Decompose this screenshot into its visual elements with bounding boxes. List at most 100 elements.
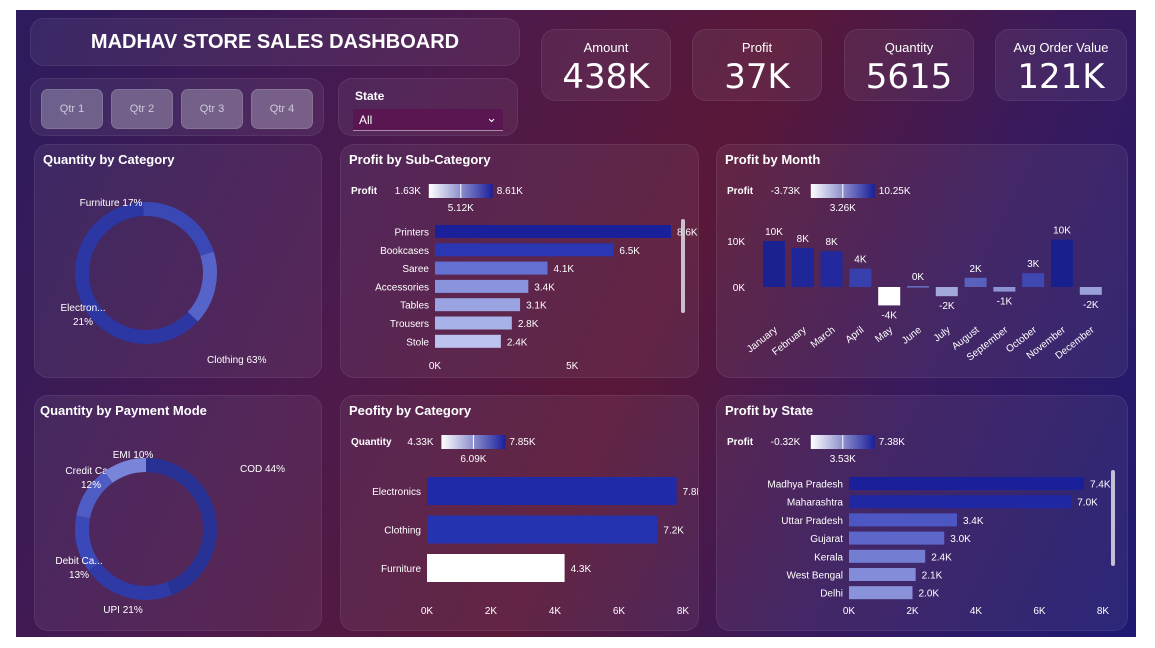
kpi-aov-value: 121K [1017,57,1105,97]
data-label: 7.8K [683,487,698,498]
x-tick-label: 5K [566,361,579,372]
chart-profit-by-category: Quantity 4.33K 7.85K 6.09K Electronics 7.8K Cl… [351,435,698,617]
bar [1079,287,1102,295]
bar [427,477,677,505]
panel-profit-by-month: Profit by Month Profit -3.73K 10.25K 3.26K 1… [716,144,1128,378]
category-label: Delhi [820,589,843,600]
state-selected-value: All [359,113,373,127]
chart-profit-by-month: Profit -3.73K 10.25K3.26K10K0K10KJanuary8K… [727,184,1102,363]
bar [849,586,913,600]
data-label: 3.4K [963,516,984,527]
legend-label: Profit [351,186,378,197]
pie-label: 12% [81,480,101,491]
data-label: 7.0K [1077,498,1098,509]
x-tick-label: 2K [485,606,498,617]
legend-min: 4.33K [407,437,433,448]
kpi-amount-label: Amount [583,40,629,55]
category-label: Tables [400,301,429,312]
bar [849,495,1072,509]
legend-mid: 3.53K [830,454,856,465]
data-label: 3.0K [950,534,971,545]
scrollbar-thumb [681,219,685,313]
dashboard-title: MADHAV STORE SALES DASHBOARD [90,31,460,53]
panel-profit-by-state: Profit by State Profit -0.32K 7.38K 3.53K Ma… [716,395,1128,631]
data-label: 2K [969,264,982,275]
bar [1022,273,1045,287]
pie-label: Debit Ca... [55,556,102,567]
bar [435,243,614,257]
bar [907,286,929,288]
category-label: Trousers [390,319,429,330]
legend-mid: 6.09K [460,454,486,465]
chart-quantity-by-category: Clothing 63% Electron... 21% Furniture 17% [60,198,266,366]
panel-profit-by-subcategory: Profit by Sub-Category Profit 1.63K 8.61K 5… [340,144,699,378]
kpi-profit-card: Profit 37K [692,29,822,101]
x-tick-label: 6K [613,606,626,617]
x-tick-label: 2K [906,606,919,617]
legend-mid: 3.26K [830,203,856,214]
kpi-profit-label: Profit [741,40,773,55]
bar [849,513,957,527]
chart-profit-by-subcategory: Profit 1.63K 8.61K 5.12K Printers 8.6K Bookcas… [351,184,698,372]
x-tick-label: April [844,325,867,346]
data-label: -1K [997,297,1013,308]
bar [427,554,565,582]
category-label: Printers [395,228,429,239]
legend-mid: 5.12K [448,203,474,214]
x-tick-label: July [932,325,953,345]
x-tick-label: 4K [549,606,562,617]
category-label: Furniture [381,564,421,575]
data-label: 7.2K [663,526,684,537]
data-label: 8.6K [677,228,698,239]
bar [435,334,501,348]
pie-label: Furniture 17% [80,198,143,209]
kpi-amount-value: 438K [562,57,650,97]
bar [435,261,548,275]
bar [435,225,671,238]
y-tick-label: 10K [727,237,745,248]
x-tick-label: 0K [843,606,856,617]
pie-label: UPI 21% [103,605,143,616]
state-dropdown[interactable]: All ⌄ [353,109,503,131]
panel-profit-by-category: Peofity by Category Quantity 4.33K 7.85K 6.… [340,395,699,631]
kpi-quantity-label: Quantity [884,40,934,55]
category-label: Saree [402,264,429,275]
data-label: 3.4K [534,282,555,293]
category-label: West Bengal [786,571,843,582]
data-label: 6.5K [619,246,640,257]
x-tick-label: 8K [1097,606,1110,617]
bar [878,287,901,306]
legend-label: Profit [727,186,754,197]
bar [935,287,958,297]
category-label: Stole [406,337,429,348]
data-label: 3K [1027,259,1040,270]
qtr4-button[interactable]: Qtr 4 [251,89,313,129]
chevron-down-icon: ⌄ [486,111,497,126]
dashboard: MADHAV STORE SALES DASHBOARD Qtr 1 Qtr 2… [16,10,1136,637]
data-label: 7.4K [1090,480,1111,491]
legend-max: 8.61K [497,186,523,197]
legend-min: -3.73K [771,186,801,197]
qtr3-button[interactable]: Qtr 3 [181,89,243,129]
y-tick-label: 0K [733,283,746,294]
x-tick-label: June [900,324,924,346]
kpi-quantity-card: Quantity 5615 [844,29,974,101]
legend-label: Quantity [351,437,392,448]
state-slicer-label: State [355,89,385,103]
scrollbar-thumb [1111,470,1115,566]
kpi-aov-card: Avg Order Value 121K [995,29,1127,101]
legend-max: 7.85K [509,437,535,448]
data-label: 8K [825,237,838,248]
qtr2-button[interactable]: Qtr 2 [111,89,173,129]
x-tick-label: March [809,325,838,351]
qtr1-button[interactable]: Qtr 1 [41,89,103,129]
panel-quantity-by-payment: Quantity by Payment Mode COD 44% UPI 21% D… [34,395,322,631]
panel-quantity-by-category: Quantity by Category Clothing 63% Electro… [34,144,322,378]
bar [849,549,926,563]
pie-label: EMI 10% [113,450,154,461]
data-label: -2K [939,301,955,312]
data-label: 10K [765,227,783,238]
category-label: Uttar Pradesh [781,516,843,527]
bar [435,279,529,293]
category-label: Accessories [375,282,429,293]
